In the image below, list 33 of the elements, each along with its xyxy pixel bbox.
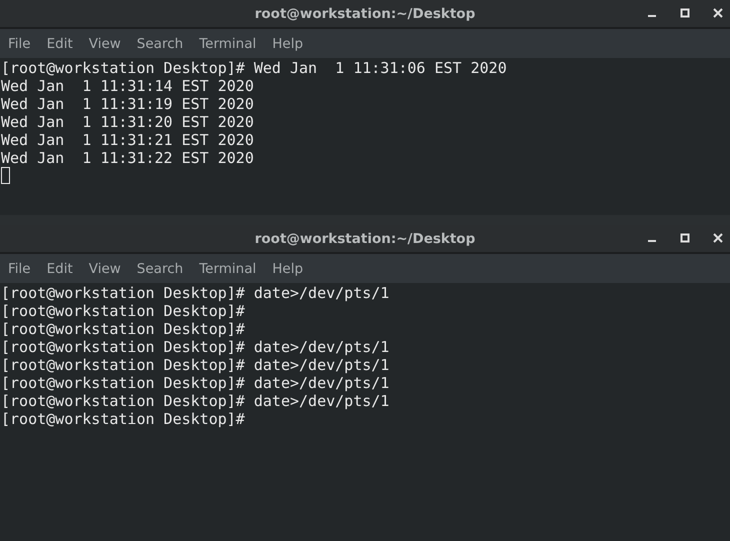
menu-item[interactable]: Help: [272, 36, 304, 52]
terminal-line: [root@workstation Desktop]# date>/dev/pts/1: [0, 374, 390, 392]
menu-item[interactable]: View: [88, 36, 121, 52]
terminal-line: Wed Jan 1 11:31:20 EST 2020: [0, 113, 255, 131]
terminal-line: [root@workstation Desktop]# date>/dev/pts/1: [0, 392, 390, 410]
text-cursor: [1, 167, 10, 184]
terminal-line: Wed Jan 1 11:31:19 EST 2020: [0, 95, 255, 113]
terminal-line: [root@workstation Desktop]# date>/dev/pts/1: [0, 356, 390, 374]
close-icon[interactable]: [712, 7, 724, 19]
window-title: root@workstation:~/Desktop: [254, 6, 476, 22]
menu-item[interactable]: Terminal: [199, 36, 256, 52]
terminal-line: [root@workstation Desktop]# date>/dev/pts/1: [0, 338, 390, 356]
terminal-line: Wed Jan 1 11:31:14 EST 2020: [0, 77, 255, 95]
menu-item[interactable]: File: [8, 36, 31, 52]
menu-item[interactable]: Search: [136, 260, 184, 276]
terminal-line: [root@workstation Desktop]# Wed Jan 1 11:31:06 EST 2020: [0, 59, 508, 77]
menu-item[interactable]: View: [88, 260, 121, 276]
maximize-icon[interactable]: [679, 7, 691, 19]
menu-item[interactable]: Search: [136, 36, 184, 52]
terminal-line: Wed Jan 1 11:31:22 EST 2020: [0, 149, 255, 167]
window-title: root@workstation:~/Desktop: [254, 230, 476, 246]
menu-item[interactable]: Terminal: [199, 260, 256, 276]
terminal-line: [root@workstation Desktop]#: [0, 410, 246, 428]
terminal-line: [root@workstation Desktop]# date>/dev/pts/1: [0, 284, 390, 302]
menu-item[interactable]: Help: [272, 260, 304, 276]
menu-item[interactable]: Edit: [46, 36, 73, 52]
terminal-line: [root@workstation Desktop]#: [0, 320, 246, 338]
close-icon[interactable]: [712, 232, 724, 244]
maximize-icon[interactable]: [679, 232, 691, 244]
menu-item[interactable]: File: [8, 260, 31, 276]
terminal-line: Wed Jan 1 11:31:21 EST 2020: [0, 131, 255, 149]
terminal-line: [root@workstation Desktop]#: [0, 302, 246, 320]
menu-item[interactable]: Edit: [46, 260, 73, 276]
